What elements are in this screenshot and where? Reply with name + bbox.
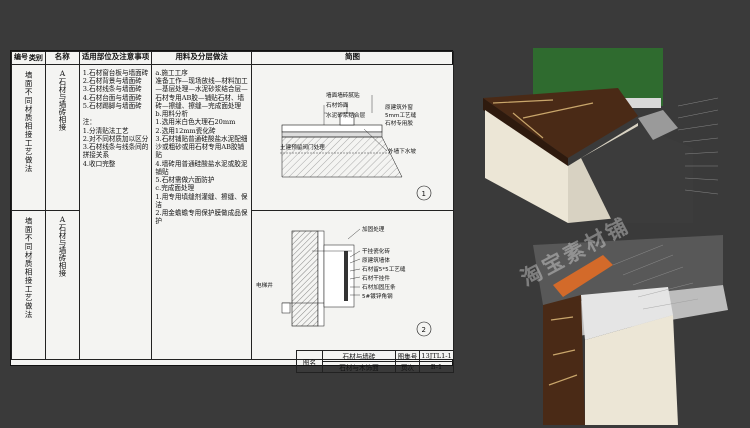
scope-line: 2.对不同材质加以区分 — [82, 134, 149, 143]
header-name: 名称 — [44, 51, 80, 65]
d2-label-6: 石材加固压条 — [362, 283, 396, 291]
scope-line: 1.石材窗台板与墙面砖 — [82, 69, 149, 77]
drawing-2-cell: 加固处理 干挂瓷化砖 原建筑墙体 石材留5*5工艺缝 石材干挂件 石材加固压条 … — [250, 209, 455, 360]
header-materials: 用料及分层做法 — [151, 51, 252, 65]
materials-list: a.施工工序 准备工作—现场放线—材料加工—基层处理—水泥砂浆结合层—石材专用AB… — [155, 69, 248, 225]
materials-line: 2.选用12mm瓷化砖 — [155, 126, 216, 135]
drawing-1-cell: 土建预留阀门处理 墙面墙砖腻贴 石材饰面 水泥砂浆结合层 原建筑外窗 5mm工艺… — [250, 64, 455, 211]
materials-line: a.施工工序 — [155, 69, 188, 77]
name-cell: A石材与墙砖相接 — [44, 64, 80, 211]
title-name-2: 石材与木饰面 — [322, 361, 396, 373]
section-drawing-1: 土建预留阀门处理 墙面墙砖腻贴 石材饰面 水泥砂浆结合层 原建筑外窗 5mm工艺… — [279, 91, 432, 201]
render-wall-corner — [533, 235, 728, 425]
spec-table: 编号 类别 名称 适用部位及注意事项 用料及分层做法 简图 墙面不同材质相接工艺… — [11, 51, 455, 360]
scope-line: 1.分清贴法工艺 — [82, 126, 129, 135]
header-scope: 适用部位及注意事项 — [78, 51, 153, 65]
category-cell: 墙面不同材质相接工艺做法 — [11, 64, 46, 211]
row2-category: 墙面不同材质相接工艺做法 — [24, 216, 34, 319]
table-row: 墙面不同材质相接工艺做法 A石材与墙砖相接 1.石材窗台板与墙面砖 2.石材背景与… — [11, 64, 455, 360]
scope-line: 3.石材线条与线条间的拼接关系 — [82, 143, 149, 160]
materials-line: 4.墙砖用普通硅酸盐水泥或胶泥铺贴 — [155, 159, 248, 176]
row1-category: 墙面不同材质相接工艺做法 — [24, 71, 34, 173]
scope-list: 1.石材窗台板与墙面砖 2.石材背景与墙面砖 3.石材线条与墙面砖 4.石材台面与墙面… — [83, 69, 149, 168]
scope-line: 4.石材台面与墙面砖 — [82, 93, 142, 102]
d1-label-6: 石材专用胶 — [385, 119, 413, 127]
materials-line: 1.用专用填缝剂灌缝、擦缝、保洁 — [155, 192, 248, 209]
d2-label-5: 石材干挂件 — [362, 274, 390, 282]
materials-line: 3.石材铺贴普通硅酸盐水泥配细沙或粗砂或用石材专用AB胶铺贴 — [155, 134, 248, 160]
title-label-page: 页次 — [395, 361, 420, 373]
d2-label-3: 原建筑墙体 — [362, 256, 390, 264]
header-row: 编号 类别 名称 适用部位及注意事项 用料及分层做法 简图 — [11, 51, 455, 65]
header-category: 类别 — [28, 53, 43, 63]
d2-label-8: 电梯井 — [256, 281, 273, 289]
d1-number: 1 — [421, 190, 425, 198]
d2-label-1: 加固处理 — [362, 225, 385, 233]
scope-line: 注： — [82, 118, 96, 127]
d1-label-4: 原建筑外窗 — [385, 103, 413, 111]
d2-label-7: 5#镀锌角钢 — [362, 292, 393, 300]
row1-name: A石材与墙砖相接 — [57, 69, 67, 131]
marble-edge — [543, 295, 585, 425]
d1-label-8: 土建预留阀门处理 — [280, 143, 325, 151]
d1-label-5: 5mm工艺缝 — [385, 111, 417, 119]
scope-cell: 1.石材窗台板与墙面砖 2.石材背景与墙面砖 3.石材线条与墙面砖 4.石材台面与墙面… — [78, 64, 153, 360]
materials-line: 2.用金蟾蟾专用保护膜做成品保护 — [155, 208, 248, 226]
d1-label-2: 石材饰面 — [326, 101, 349, 109]
scope-line: 4.收口完整 — [82, 159, 116, 168]
scope-line: 5.石材踢脚与墙面砖 — [82, 101, 142, 110]
title-block: 图名 石材与墙砖 图集号 13JTL1-1 石材与木饰面 页次 B-1 — [296, 350, 454, 373]
title-code: 13JTL1-1 — [419, 350, 454, 362]
materials-line: c.完成面处理 — [155, 184, 195, 193]
header-sketch: 简图 — [250, 51, 455, 65]
render-window-sill — [483, 48, 719, 223]
d2-label-2: 干挂瓷化砖 — [362, 247, 390, 255]
materials-line: 1.选用米白色大理石20mm — [155, 118, 236, 127]
spec-sheet: 编号 类别 名称 适用部位及注意事项 用料及分层做法 简图 墙面不同材质相接工艺… — [10, 50, 455, 373]
d1-label-1: 墙面墙砖腻贴 — [326, 91, 360, 99]
category-cell: 墙面不同材质相接工艺做法 — [11, 209, 46, 360]
scope-line: 3.石材线条与墙面砖 — [82, 85, 142, 94]
row2-name: A石材与墙砖相接 — [57, 214, 67, 277]
materials-cell: a.施工工序 准备工作—现场放线—材料加工—基层处理—水泥砂浆结合层—石材专用AB… — [151, 64, 252, 360]
d2-label-4: 石材留5*5工艺缝 — [362, 265, 406, 273]
section-drawing-2: 加固处理 干挂瓷化砖 原建筑墙体 石材留5*5工艺缝 石材干挂件 石材加固压条 … — [256, 225, 432, 337]
d2-number: 2 — [421, 326, 425, 334]
header-code-category: 编号 类别 — [11, 51, 46, 65]
materials-line: 准备工作—现场放线—材料加工—基层处理—水泥砂浆结合层—石材专用AB胶—铺贴石材… — [155, 77, 248, 110]
header-code: 编号 — [14, 52, 28, 61]
d1-label-7: 外墙下水坡 — [388, 147, 416, 155]
title-label-code: 图集号 — [395, 350, 420, 362]
title-page: B-1 — [419, 361, 454, 373]
d1-label-3: 水泥砂浆结合层 — [326, 111, 366, 119]
name-cell: A石材与墙砖相接 — [44, 209, 80, 360]
title-label-name: 图名 — [296, 350, 323, 373]
title-name-1: 石材与墙砖 — [322, 350, 396, 362]
